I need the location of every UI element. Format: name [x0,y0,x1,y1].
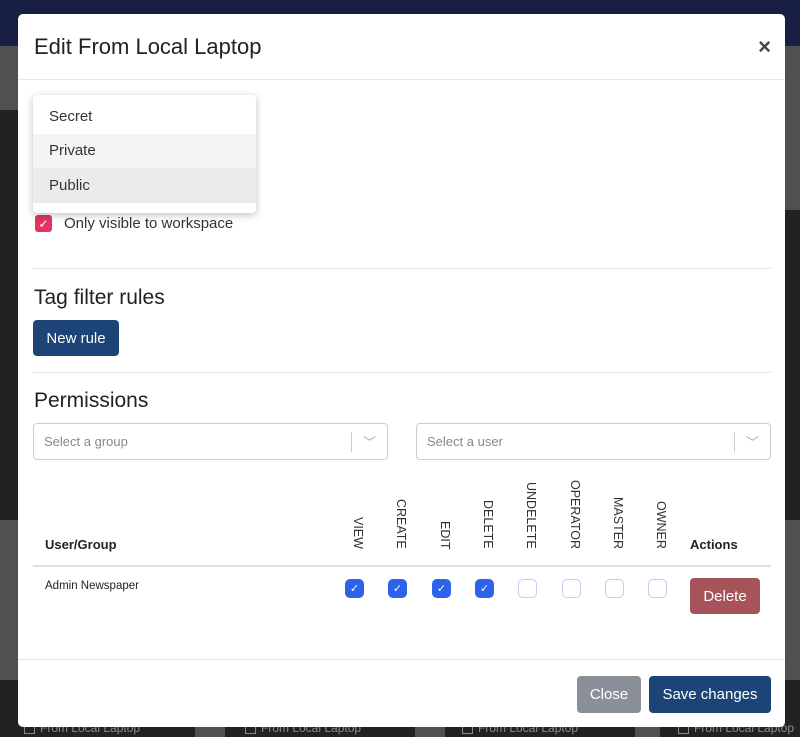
delete-button[interactable]: Delete [690,578,760,614]
permission-checkbox-edit[interactable]: ✓ [432,579,451,598]
divider [351,432,352,452]
workspace-visibility: ✓ Only visible to workspace [35,215,233,232]
user-select[interactable]: Select a user ﹀ [416,423,771,460]
group-select-placeholder: Select a group [44,434,128,449]
edit-modal: Edit From Local Laptop × Secret Private … [18,14,785,727]
column-header-master: MASTER [611,496,625,549]
modal-header: Edit From Local Laptop × [18,14,785,80]
column-header-actions: Actions [690,537,738,552]
divider [734,432,735,452]
workspace-checkbox-label: Only visible to workspace [64,215,234,232]
option-public[interactable]: Public [33,168,256,203]
permissions-heading: Permissions [34,389,149,412]
table-header-divider [33,565,771,567]
close-button[interactable]: Close [577,676,641,713]
close-icon[interactable]: × [758,34,771,60]
divider [18,659,785,660]
workspace-checkbox[interactable]: ✓ [35,215,52,232]
column-header-view: VIEW [351,517,365,549]
column-header-operator: OPERATOR [568,480,582,549]
chevron-down-icon: ﹀ [745,435,759,450]
visibility-dropdown-menu: Secret Private Public [33,95,256,213]
modal-title: Edit From Local Laptop [34,33,262,59]
column-header-undelete: UNDELETE [524,482,538,549]
row-user-name: Admin Newspaper [45,580,139,592]
divider [33,372,771,373]
chevron-down-icon: ﹀ [362,435,376,450]
user-select-placeholder: Select a user [427,434,503,449]
permission-checkbox-undelete[interactable] [518,579,537,598]
new-rule-button[interactable]: New rule [33,320,119,356]
permission-checkbox-master[interactable] [605,579,624,598]
tag-filter-heading: Tag filter rules [34,286,165,309]
column-header-delete: DELETE [481,500,495,549]
divider [33,268,771,269]
column-header-owner: OWNER [654,501,668,549]
permission-checkbox-owner[interactable] [648,579,667,598]
save-changes-button[interactable]: Save changes [649,676,771,713]
permission-checkbox-view[interactable]: ✓ [345,579,364,598]
permission-checkbox-operator[interactable] [562,579,581,598]
column-header-edit: EDIT [438,520,452,549]
column-header-user-group: User/Group [45,537,117,552]
column-header-create: CREATE [394,499,408,549]
group-select[interactable]: Select a group ﹀ [33,423,388,460]
option-secret[interactable]: Secret [33,99,256,134]
option-private[interactable]: Private [33,133,256,168]
permission-checkbox-create[interactable]: ✓ [388,579,407,598]
permission-checkbox-delete[interactable]: ✓ [475,579,494,598]
